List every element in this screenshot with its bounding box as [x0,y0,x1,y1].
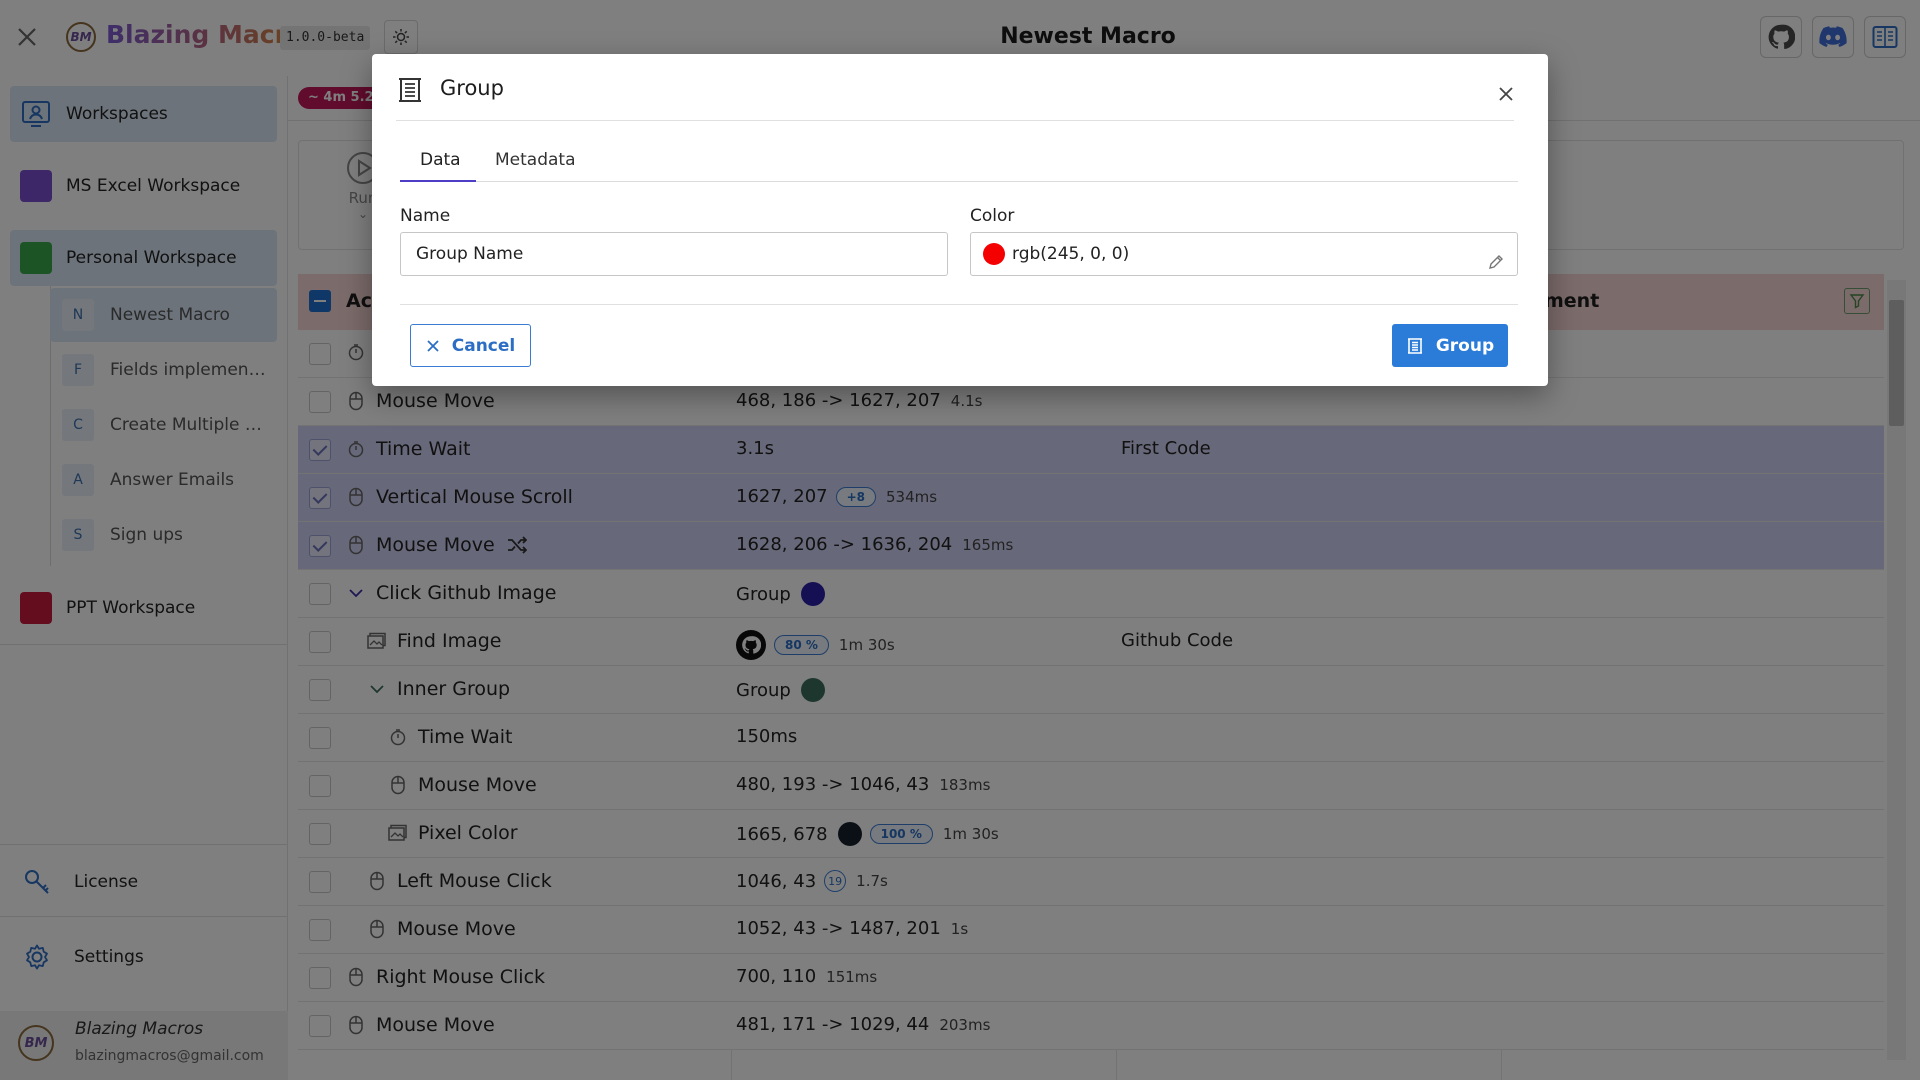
group-icon [1407,337,1422,354]
tab-metadata[interactable]: Metadata [495,150,576,170]
cancel-button-label: Cancel [451,335,516,356]
close-icon [427,339,439,352]
divider [400,181,1518,182]
color-swatch[interactable] [983,243,1005,265]
pencil-icon[interactable] [1487,245,1505,269]
group-submit-label: Group [1435,335,1495,356]
group-icon [396,76,424,104]
divider [400,304,1518,305]
color-field[interactable]: rgb(245, 0, 0) [970,232,1518,276]
group-submit-button[interactable]: Group [1392,324,1508,367]
cancel-button[interactable]: Cancel [410,324,531,367]
color-value: rgb(245, 0, 0) [1012,244,1130,264]
name-field[interactable] [400,232,948,276]
name-field-label: Name [400,206,451,226]
group-dialog: Group Data Metadata Name Color rgb(245, … [372,54,1548,386]
divider [396,120,1514,121]
active-tab-indicator [400,180,476,182]
dialog-title: Group [440,76,504,100]
tab-data[interactable]: Data [420,150,461,170]
color-field-label: Color [970,206,1015,226]
close-icon[interactable] [1496,84,1516,104]
